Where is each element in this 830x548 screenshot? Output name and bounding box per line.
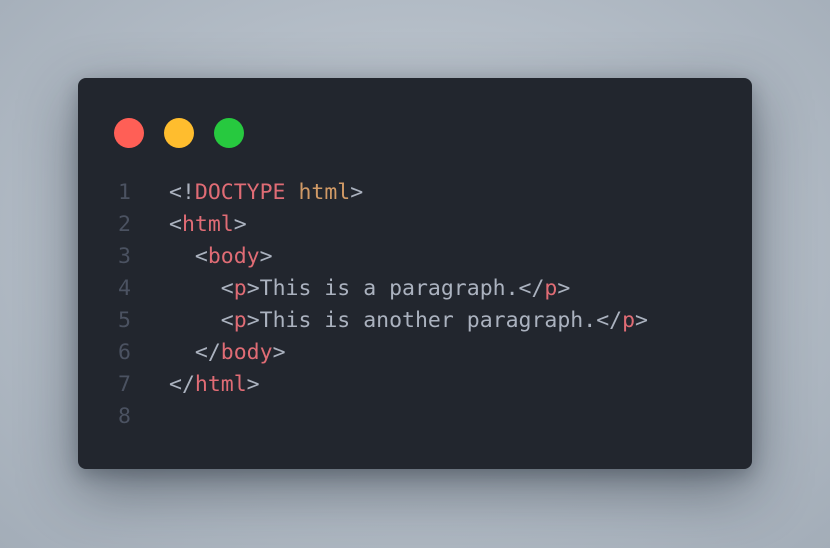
punctuation: > xyxy=(246,276,260,301)
punctuation: < xyxy=(169,212,182,237)
close-button[interactable] xyxy=(114,118,144,148)
code-line: 3 <body> xyxy=(78,241,752,273)
doctype-keyword: DOCTYPE xyxy=(194,180,286,205)
minimize-button[interactable] xyxy=(164,118,194,148)
maximize-button[interactable] xyxy=(214,118,244,148)
tag-name: p xyxy=(233,308,247,333)
code-line: 2 <html> xyxy=(78,209,752,241)
tag-name: html xyxy=(194,372,247,397)
punctuation: </ xyxy=(518,276,545,301)
tag-name: body xyxy=(207,244,260,269)
code-block: 1 <!DOCTYPE html> 2 <html> 3 <body> 4 <p>This… xyxy=(78,177,752,433)
text-content: This is a paragraph. xyxy=(259,276,519,301)
tag-name: p xyxy=(233,276,247,301)
line-number: 8 xyxy=(118,404,131,429)
punctuation: > xyxy=(635,308,648,333)
code-line: 7 </html> xyxy=(78,369,752,401)
line-number: 6 xyxy=(118,340,131,365)
punctuation: </ xyxy=(596,308,623,333)
punctuation: > xyxy=(272,340,286,365)
punctuation xyxy=(286,180,299,205)
line-content: <body> xyxy=(169,241,273,273)
code-line: 1 <!DOCTYPE html> xyxy=(78,177,752,209)
line-content: <html> xyxy=(169,209,247,241)
code-line: 6 </body> xyxy=(78,337,752,369)
line-number: 1 xyxy=(118,180,131,205)
code-line: 4 <p>This is a paragraph.</p> xyxy=(78,273,752,305)
line-content: <p>This is a paragraph.</p> xyxy=(169,273,571,305)
punctuation: > xyxy=(246,372,260,397)
line-content: </html> xyxy=(169,369,260,401)
line-content: </body> xyxy=(169,337,286,369)
line-content: <!DOCTYPE html> xyxy=(169,177,363,209)
window-controls xyxy=(114,118,244,148)
code-window: 1 <!DOCTYPE html> 2 <html> 3 <body> 4 <p>This… xyxy=(78,78,752,469)
line-number: 5 xyxy=(118,308,131,333)
tag-name: p xyxy=(622,308,636,333)
punctuation: > xyxy=(246,308,260,333)
line-number: 2 xyxy=(118,212,131,237)
punctuation: > xyxy=(557,276,571,301)
punctuation: <! xyxy=(169,180,195,205)
punctuation: < xyxy=(169,308,234,333)
line-number: 3 xyxy=(118,244,131,269)
text-content: This is another paragraph. xyxy=(259,308,597,333)
punctuation: > xyxy=(259,244,273,269)
tag-name: body xyxy=(220,340,273,365)
punctuation: </ xyxy=(169,340,221,365)
doctype-value: html xyxy=(298,180,351,205)
tag-name: p xyxy=(544,276,558,301)
tag-name: html xyxy=(181,212,234,237)
code-line: 8 xyxy=(78,401,752,433)
punctuation: > xyxy=(233,212,247,237)
line-number: 7 xyxy=(118,372,131,397)
punctuation: < xyxy=(169,244,208,269)
code-line: 5 <p>This is another paragraph.</p> xyxy=(78,305,752,337)
line-content: <p>This is another paragraph.</p> xyxy=(169,305,648,337)
punctuation: < xyxy=(169,276,234,301)
line-number: 4 xyxy=(118,276,131,301)
punctuation: </ xyxy=(169,372,195,397)
punctuation: > xyxy=(350,180,364,205)
